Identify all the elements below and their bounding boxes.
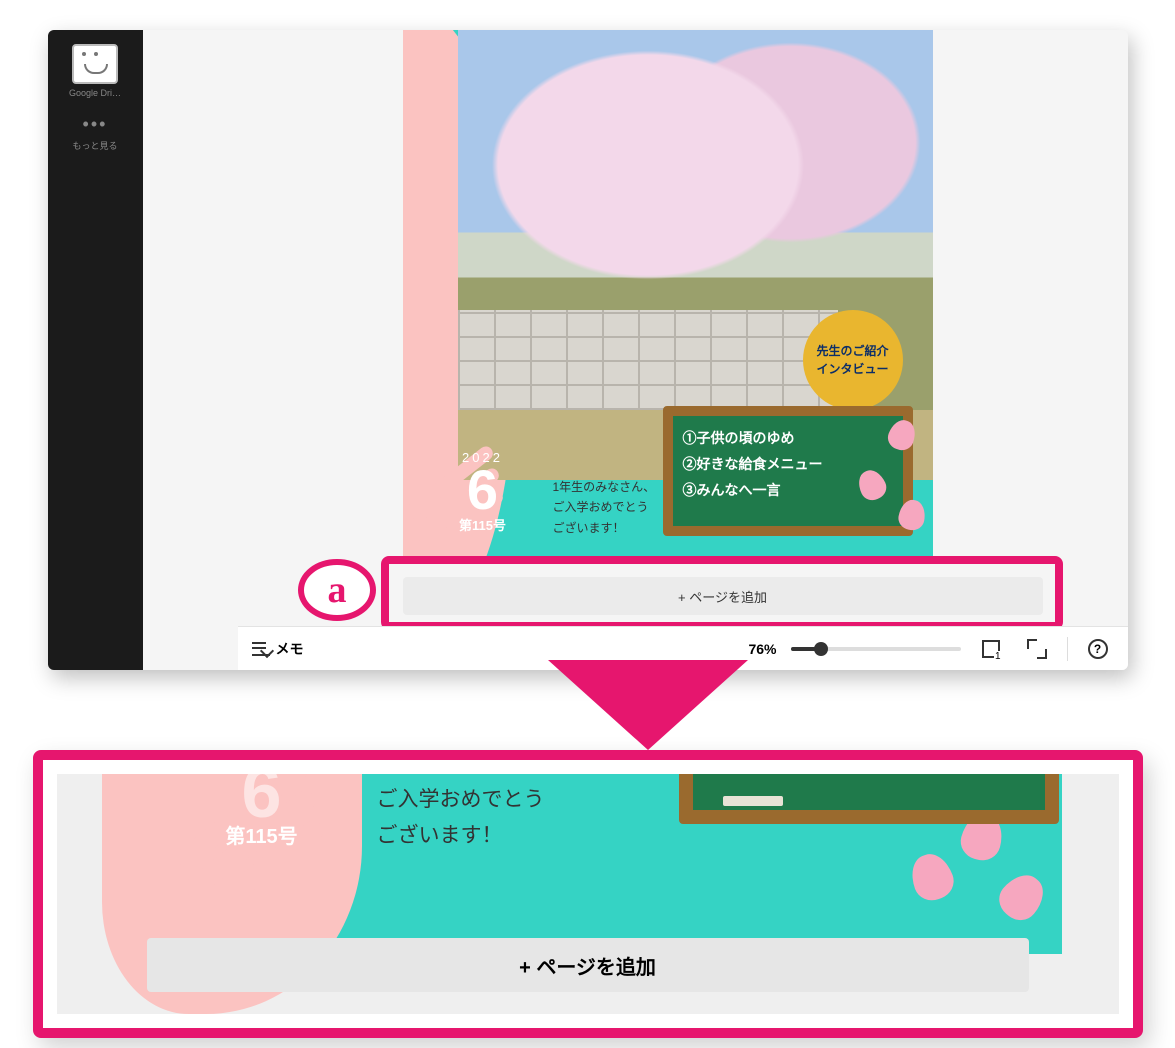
zoom-chalkboard <box>679 774 1059 824</box>
interview-badge: 先生のご紹介インタビュー <box>803 310 903 410</box>
notes-icon <box>252 642 270 656</box>
expand-icon <box>1029 641 1045 657</box>
drive-label: Google Dri… <box>69 88 121 98</box>
photo-school-building <box>458 310 838 410</box>
add-page-label: + ページを追加 <box>678 587 767 606</box>
zoom-date-block: 6 第115号 <box>182 774 342 849</box>
design-page[interactable]: 2022 6 第115号 1年生のみなさん、 ご入学おめでとう ございます！ 先… <box>403 30 933 560</box>
petal-icon <box>991 867 1051 928</box>
notes-button[interactable]: メモ <box>252 639 304 659</box>
zoom-greeting: ご入学おめでとう ございます！ <box>377 782 545 853</box>
more-icon: ••• <box>83 114 108 135</box>
toolbar-divider <box>1067 637 1068 661</box>
zoom-detail-panel: 6 第115号 ご入学おめでとう ございます！ + ページを追加 <box>33 750 1143 1038</box>
zoom-slider-knob[interactable] <box>814 642 828 656</box>
petal-icon <box>905 849 958 906</box>
zoom-percentage[interactable]: 76% <box>748 641 776 657</box>
svg-text:a: a <box>327 569 346 611</box>
annotation-marker-a: a <box>293 556 383 624</box>
left-sidebar: Google Dri… ••• もっと見る <box>48 30 143 670</box>
add-page-button[interactable]: + ページを追加 <box>403 577 1043 615</box>
sidebar-item-google-drive[interactable]: Google Dri… <box>69 44 121 98</box>
date-block: 2022 6 第115号 <box>428 450 538 534</box>
zoom-add-page-button[interactable]: + ページを追加 <box>147 938 1029 992</box>
board-line-1: ①子供の頃のゆめ <box>683 426 893 452</box>
month-text: 6 <box>428 465 538 515</box>
more-label: もっと見る <box>72 139 117 152</box>
sidebar-item-more[interactable]: ••• もっと見る <box>72 114 117 152</box>
notes-label: メモ <box>276 639 304 659</box>
zoom-slider[interactable] <box>791 647 961 651</box>
canvas-area[interactable]: 2022 6 第115号 1年生のみなさん、 ご入学おめでとう ございます！ 先… <box>143 30 1128 670</box>
callout-connector <box>48 670 1128 750</box>
google-drive-icon <box>72 44 118 84</box>
help-icon: ? <box>1088 639 1108 659</box>
editor-window: Google Dri… ••• もっと見る 2022 6 第115号 1年生のみ… <box>48 30 1128 670</box>
greeting-text: 1年生のみなさん、 ご入学おめでとう ございます！ <box>553 477 673 538</box>
zoom-canvas: 6 第115号 ご入学おめでとう ございます！ + ページを追加 <box>57 774 1119 1014</box>
zoom-add-page-label: + ページを追加 <box>519 951 656 980</box>
grid-icon <box>982 640 1000 658</box>
issue-text: 第115号 <box>428 515 538 534</box>
zoom-month: 6 <box>182 774 342 820</box>
